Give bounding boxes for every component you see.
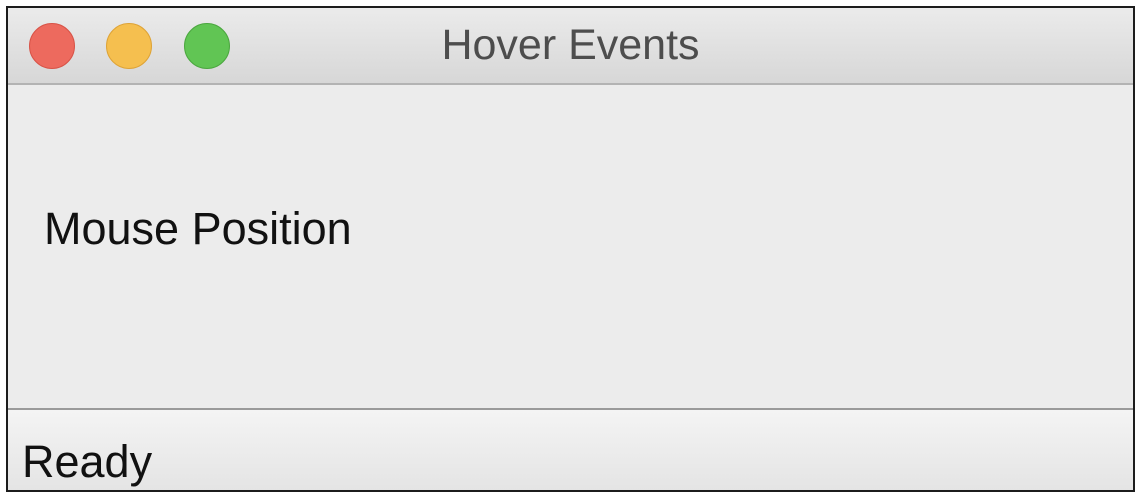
- mouse-position-label: Mouse Position: [44, 203, 352, 254]
- window-title: Hover Events: [441, 21, 700, 69]
- app-window: Hover Events Mouse Position Ready: [6, 6, 1135, 492]
- status-bar: Ready: [8, 408, 1133, 490]
- main-content[interactable]: Mouse Position: [8, 85, 1133, 408]
- status-text: Ready: [22, 436, 153, 487]
- title-bar[interactable]: Hover Events: [8, 8, 1133, 85]
